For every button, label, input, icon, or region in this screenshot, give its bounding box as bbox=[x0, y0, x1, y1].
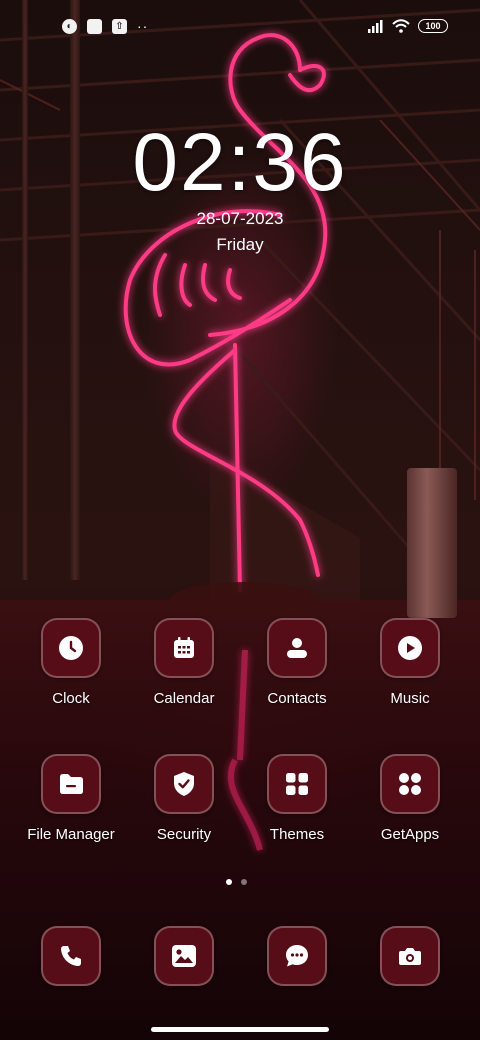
upload-notification-icon: ⇧ bbox=[112, 19, 127, 34]
page-dot[interactable] bbox=[241, 879, 247, 885]
app-security[interactable]: Security bbox=[129, 754, 239, 843]
app-label: File Manager bbox=[27, 826, 115, 843]
shield-check-icon bbox=[174, 772, 194, 796]
getapps-app-icon bbox=[380, 754, 440, 814]
app-clock[interactable]: Clock bbox=[16, 618, 126, 707]
folder-icon bbox=[60, 774, 83, 794]
battery-indicator: 100 bbox=[418, 19, 448, 33]
status-bar: ◐ ⇧ ·· 100 bbox=[0, 0, 480, 56]
app-label: Contacts bbox=[267, 690, 327, 707]
clock-day: Friday bbox=[216, 235, 264, 254]
app-contacts[interactable]: Contacts bbox=[242, 618, 352, 707]
dock-phone[interactable] bbox=[16, 926, 126, 986]
page-dot-active[interactable] bbox=[226, 879, 232, 885]
calendar-app-icon bbox=[154, 618, 214, 678]
security-app-icon bbox=[154, 754, 214, 814]
clock-date: 28-07-2023 bbox=[196, 209, 284, 228]
gallery-app-icon bbox=[154, 926, 214, 986]
messages-icon bbox=[286, 945, 308, 967]
contacts-app-icon bbox=[267, 618, 327, 678]
contacts-icon bbox=[287, 638, 307, 658]
signal-icon bbox=[368, 19, 383, 33]
app-notification-icon: ◐ bbox=[62, 19, 77, 34]
clock-widget[interactable]: 02:36 28-07-2023 Friday bbox=[0, 118, 480, 256]
gallery-icon bbox=[172, 945, 196, 967]
apps-grid-icon bbox=[399, 773, 421, 795]
clock-icon bbox=[59, 636, 83, 660]
dock-camera[interactable] bbox=[355, 926, 465, 986]
messages-app-icon bbox=[267, 926, 327, 986]
phone-icon bbox=[61, 946, 81, 966]
grid-icon bbox=[286, 773, 308, 795]
clock-time: 02:36 bbox=[132, 117, 348, 208]
dock-messages[interactable] bbox=[242, 926, 352, 986]
app-label: Security bbox=[156, 826, 212, 843]
phone-app-icon bbox=[41, 926, 101, 986]
music-app-icon bbox=[380, 618, 440, 678]
file-manager-app-icon bbox=[41, 754, 101, 814]
dock-gallery[interactable] bbox=[129, 926, 239, 986]
app-label: GetApps bbox=[380, 826, 440, 843]
home-gesture-bar[interactable] bbox=[151, 1027, 329, 1032]
clock-app-icon bbox=[41, 618, 101, 678]
app-label: Calendar bbox=[153, 690, 215, 707]
app-label: Music bbox=[390, 690, 430, 707]
calendar-icon bbox=[174, 637, 194, 658]
notification-icons: ◐ ⇧ ·· bbox=[62, 19, 148, 34]
music-play-icon bbox=[398, 636, 422, 660]
app-file-manager[interactable]: File Manager bbox=[16, 754, 126, 843]
gallery-notification-icon bbox=[87, 19, 102, 34]
camera-app-icon bbox=[380, 926, 440, 986]
page-indicator[interactable] bbox=[226, 879, 247, 885]
system-icons: 100 bbox=[368, 19, 448, 33]
app-music[interactable]: Music bbox=[355, 618, 465, 707]
app-getapps[interactable]: GetApps bbox=[355, 754, 465, 843]
app-label: Themes bbox=[269, 826, 325, 843]
app-calendar[interactable]: Calendar bbox=[129, 618, 239, 707]
app-label: Clock bbox=[52, 690, 90, 707]
more-notifications-indicator: ·· bbox=[137, 18, 149, 34]
wifi-icon bbox=[392, 19, 410, 33]
app-themes[interactable]: Themes bbox=[242, 754, 352, 843]
themes-app-icon bbox=[267, 754, 327, 814]
camera-icon bbox=[399, 948, 421, 965]
